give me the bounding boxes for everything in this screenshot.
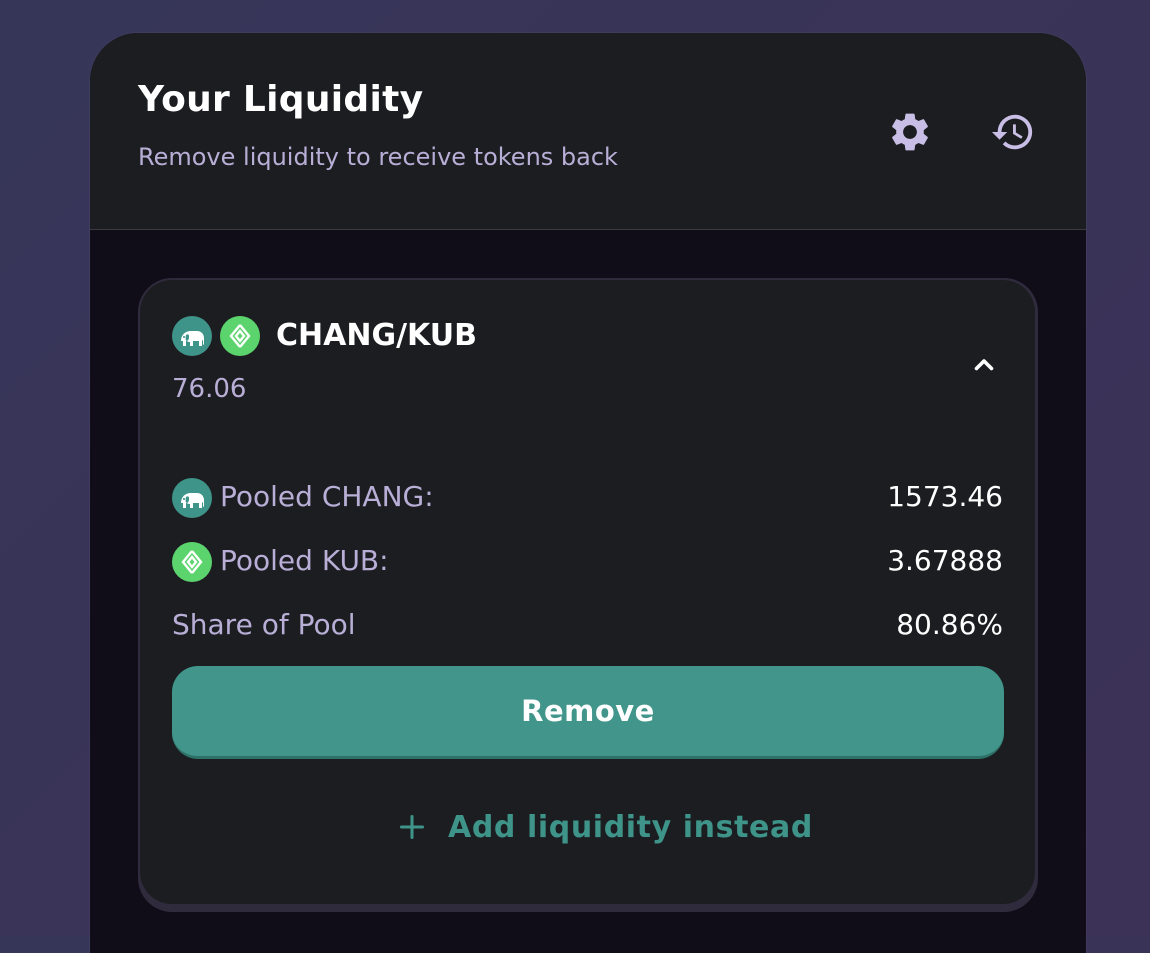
page-title: Your Liquidity: [138, 79, 424, 120]
kub-token-icon: [220, 316, 260, 356]
liquidity-panel: Your Liquidity Remove liquidity to recei…: [90, 33, 1086, 953]
gear-icon[interactable]: [887, 109, 933, 155]
pooled-chang-label: Pooled CHANG:: [220, 480, 434, 513]
pooled-chang-value: 1573.46: [887, 480, 1003, 513]
chang-token-icon: [172, 316, 212, 356]
history-icon[interactable]: [990, 109, 1036, 155]
elephant-icon: [181, 493, 204, 508]
elephant-icon: [181, 331, 204, 346]
kub-token-icon: [172, 542, 212, 582]
pair-name: CHANG/KUB: [276, 318, 477, 353]
add-liquidity-label: Add liquidity instead: [448, 809, 813, 845]
pair-balance: 76.06: [172, 374, 247, 404]
share-of-pool-value: 80.86%: [896, 608, 1003, 641]
pooled-kub-label: Pooled KUB:: [220, 544, 389, 577]
kub-logo-icon: [229, 324, 251, 348]
chevron-up-icon[interactable]: [966, 346, 1002, 382]
pooled-kub-value: 3.67888: [887, 544, 1003, 577]
share-of-pool-label: Share of Pool: [172, 608, 356, 641]
page-subtitle: Remove liquidity to receive tokens back: [138, 143, 618, 171]
panel-header: Your Liquidity Remove liquidity to recei…: [90, 33, 1086, 230]
chang-token-icon: [172, 478, 212, 518]
position-card-frame: CHANG/KUB 76.06 Pooled CHANG: 1573.46 Po…: [138, 278, 1038, 912]
plus-icon: [399, 814, 425, 840]
remove-button-label: Remove: [521, 694, 655, 728]
position-card: CHANG/KUB 76.06 Pooled CHANG: 1573.46 Po…: [140, 280, 1035, 904]
remove-button[interactable]: Remove: [172, 666, 1004, 759]
kub-logo-icon: [181, 550, 203, 574]
add-liquidity-link[interactable]: Add liquidity instead: [398, 802, 813, 852]
